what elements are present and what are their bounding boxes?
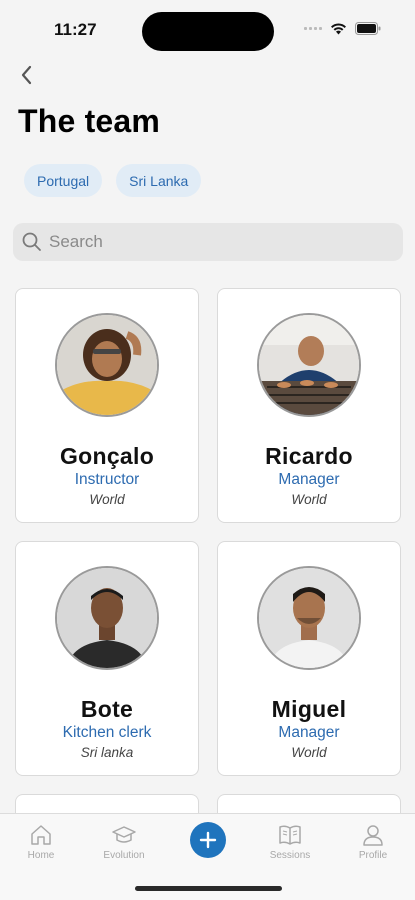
team-card[interactable]: Miguel Manager World <box>217 541 401 776</box>
chip-portugal[interactable]: Portugal <box>24 164 103 197</box>
battery-icon <box>355 22 381 35</box>
member-name: Bote <box>80 696 134 722</box>
tab-sessions[interactable]: Sessions <box>255 822 325 861</box>
member-role: Manager <box>278 724 340 741</box>
back-button[interactable] <box>14 62 38 88</box>
avatar <box>55 566 159 670</box>
status-time: 11:27 <box>54 20 97 39</box>
tab-home[interactable]: Home <box>6 822 76 861</box>
tab-evolution-label: Evolution <box>103 850 145 861</box>
tab-profile-label: Profile <box>358 850 388 861</box>
add-button[interactable] <box>190 822 226 858</box>
member-name: Miguel <box>271 696 347 722</box>
member-location: World <box>291 745 327 760</box>
search-bar[interactable] <box>13 223 403 261</box>
avatar <box>257 566 361 670</box>
back-chevron-icon <box>21 65 32 85</box>
member-role: Instructor <box>74 471 140 488</box>
tab-profile[interactable]: Profile <box>338 822 408 861</box>
home-icon <box>31 825 51 845</box>
avatar <box>55 313 159 417</box>
person-icon <box>363 825 383 846</box>
dynamic-island <box>142 12 274 51</box>
book-icon <box>279 825 301 845</box>
avatar <box>257 313 361 417</box>
member-location: World <box>291 492 327 507</box>
status-icons <box>304 22 381 35</box>
wifi-icon <box>331 23 346 35</box>
chip-sri-lanka[interactable]: Sri Lanka <box>116 164 202 197</box>
team-card[interactable]: Gonçalo Instructor World <box>15 288 199 523</box>
home-indicator <box>135 886 282 891</box>
team-card[interactable]: Ricardo Manager World <box>217 288 401 523</box>
graduation-cap-icon <box>112 826 136 843</box>
member-name: Ricardo <box>265 443 353 469</box>
member-role: Manager <box>278 471 340 488</box>
filter-chips: Portugal Sri Lanka <box>24 164 202 197</box>
status-bar: 11:27 <box>0 0 415 60</box>
tab-home-label: Home <box>27 850 55 861</box>
tab-sessions-label: Sessions <box>269 850 311 861</box>
member-role: Kitchen clerk <box>62 724 152 741</box>
signal-icon <box>304 27 322 30</box>
team-card[interactable]: Bote Kitchen clerk Sri lanka <box>15 541 199 776</box>
search-input[interactable] <box>49 232 389 252</box>
page-title: The team <box>18 103 161 139</box>
tab-evolution[interactable]: Evolution <box>89 822 159 861</box>
search-icon <box>22 232 41 251</box>
plus-icon <box>199 831 217 849</box>
member-location: Sri lanka <box>80 745 134 760</box>
member-location: World <box>89 492 125 507</box>
member-name: Gonçalo <box>59 443 155 469</box>
